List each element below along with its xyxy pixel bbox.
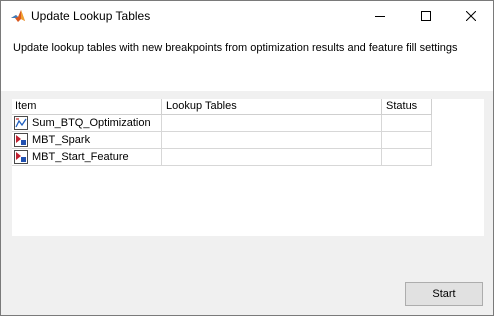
lookup-tables-cell[interactable] <box>162 132 382 149</box>
column-header-item[interactable]: Item <box>12 99 162 115</box>
status-cell <box>382 149 432 166</box>
maximize-button[interactable] <box>403 1 449 31</box>
table-row[interactable]: MBT_Spark <box>12 132 432 149</box>
close-button[interactable] <box>448 1 494 31</box>
table-row[interactable]: Sum_BTQ_Optimization <box>12 115 432 132</box>
window-title: Update Lookup Tables <box>31 9 151 23</box>
start-button[interactable]: Start <box>405 282 483 306</box>
feature-icon <box>14 133 28 147</box>
matlab-icon <box>10 8 26 24</box>
dialog-window: Update Lookup Tables Update lookup table… <box>0 0 494 316</box>
optimization-icon <box>14 116 28 130</box>
lookup-tables-cell[interactable] <box>162 115 382 132</box>
table-row[interactable]: MBT_Start_Feature <box>12 149 432 166</box>
item-cell[interactable]: MBT_Spark <box>12 132 162 149</box>
item-label: MBT_Start_Feature <box>32 151 129 163</box>
table-header: Item Lookup Tables Status <box>12 99 432 115</box>
column-header-status[interactable]: Status <box>382 99 432 115</box>
item-cell[interactable]: Sum_BTQ_Optimization <box>12 115 162 132</box>
minimize-button[interactable] <box>357 1 403 31</box>
title-bar[interactable]: Update Lookup Tables <box>1 1 493 31</box>
feature-icon <box>14 150 28 164</box>
lookup-table-grid[interactable]: Item Lookup Tables Status Sum_BTQ_Optimi… <box>12 99 484 236</box>
item-label: Sum_BTQ_Optimization <box>32 117 151 129</box>
status-cell <box>382 115 432 132</box>
status-cell <box>382 132 432 149</box>
close-icon <box>466 11 476 21</box>
column-header-lookup-tables[interactable]: Lookup Tables <box>162 99 382 115</box>
lookup-tables-cell[interactable] <box>162 149 382 166</box>
item-label: MBT_Spark <box>32 134 91 146</box>
item-cell[interactable]: MBT_Start_Feature <box>12 149 162 166</box>
description-panel: Update lookup tables with new breakpoint… <box>1 31 493 91</box>
maximize-icon <box>421 11 431 21</box>
minimize-icon <box>375 11 385 21</box>
description-text: Update lookup tables with new breakpoint… <box>13 42 458 54</box>
